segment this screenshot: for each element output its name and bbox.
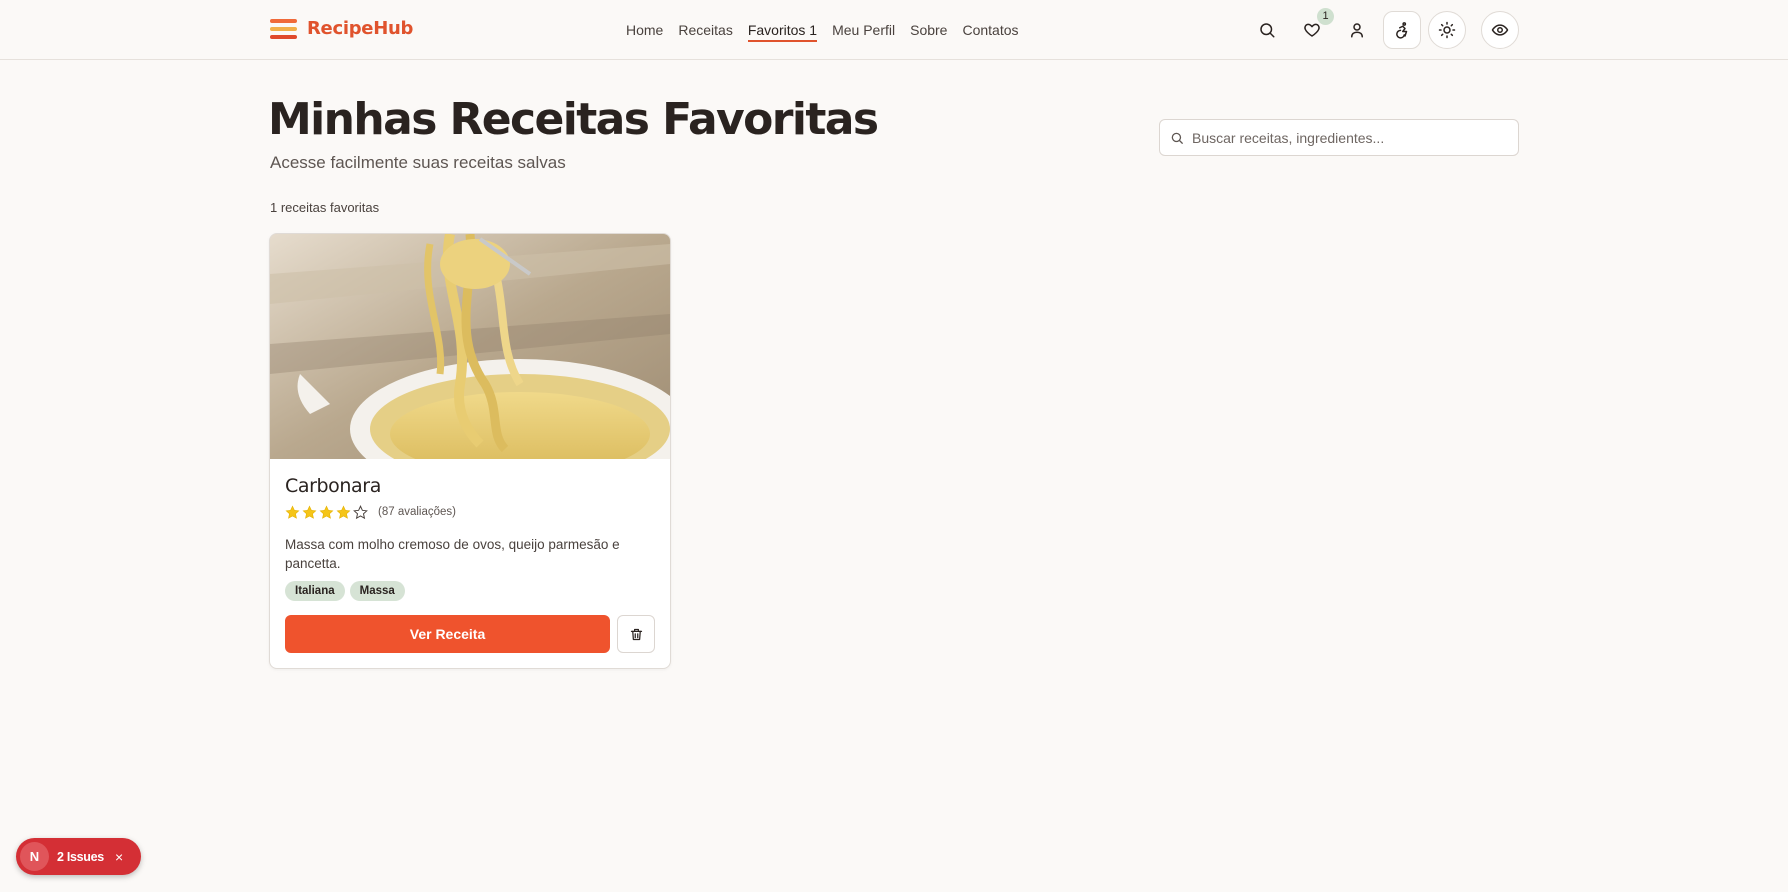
recipe-card-body: Carbonara (87 avaliações) Massa com molh… — [285, 475, 655, 601]
nav-favoritos[interactable]: Favoritos 1 — [747, 20, 822, 42]
close-icon[interactable]: × — [115, 849, 123, 865]
brand[interactable]: RecipeHub — [270, 18, 413, 39]
star-filled-icon — [302, 505, 317, 519]
nav-home[interactable]: Home — [626, 20, 663, 40]
search-icon — [1171, 132, 1183, 144]
search-input[interactable] — [1192, 129, 1492, 146]
rating: (87 avaliações) — [285, 504, 655, 520]
search-button[interactable] — [1248, 11, 1286, 49]
accessibility-icon — [1396, 22, 1408, 39]
search-box — [1159, 119, 1519, 156]
user-icon — [1351, 23, 1363, 38]
nav-sobre[interactable]: Sobre — [910, 20, 947, 40]
accessibility-button[interactable] — [1383, 11, 1421, 49]
tag[interactable]: Italiana — [285, 581, 345, 601]
nav-meu-perfil[interactable]: Meu Perfil — [832, 20, 895, 40]
dev-issues-badge[interactable]: N 2 Issues × — [16, 838, 141, 875]
page-subtitle: Acesse facilmente suas receitas salvas — [270, 153, 566, 172]
profile-button[interactable] — [1338, 11, 1376, 49]
nav-receitas[interactable]: Receitas — [678, 20, 732, 40]
top-navbar: RecipeHub Home Receitas Favoritos 1 Meu … — [0, 0, 1788, 60]
star-empty-icon — [353, 504, 368, 519]
brand-logo-icon — [270, 18, 297, 39]
recipe-actions: Ver Receita — [285, 615, 655, 653]
main-nav: Home Receitas Favoritos 1 Meu Perfil Sob… — [626, 20, 1019, 42]
page-title: Minhas Receitas Favoritas — [268, 94, 879, 145]
visibility-button[interactable] — [1481, 11, 1519, 49]
brand-name: RecipeHub — [307, 18, 414, 39]
star-filled-icon — [336, 505, 351, 519]
star-filled-icon — [319, 505, 334, 519]
sun-icon — [1438, 21, 1456, 39]
theme-toggle-button[interactable] — [1428, 11, 1466, 49]
recipe-card: Carbonara (87 avaliações) Massa com molh… — [269, 233, 671, 669]
issues-label: 2 Issues — [57, 849, 104, 864]
recipe-tags: Italiana Massa — [285, 581, 655, 601]
nextjs-logo-icon: N — [20, 842, 49, 871]
eye-icon — [1491, 24, 1509, 36]
heart-icon — [1304, 23, 1320, 37]
recipe-photo — [270, 234, 670, 459]
view-recipe-button[interactable]: Ver Receita — [285, 615, 610, 653]
search-icon — [1260, 23, 1275, 38]
tag[interactable]: Massa — [349, 581, 405, 601]
nav-contatos[interactable]: Contatos — [962, 20, 1018, 40]
recipe-image[interactable] — [270, 234, 670, 459]
nav-favoritos-label: Favoritos 1 — [747, 22, 818, 38]
recipe-description: Massa com molho cremoso de ovos, queijo … — [285, 537, 620, 571]
star-filled-icon — [285, 505, 300, 519]
recipe-title: Carbonara — [285, 475, 381, 497]
remove-favorite-button[interactable] — [617, 615, 655, 653]
favorites-count-text: 1 receitas favoritas — [270, 200, 380, 215]
reviews-count: (87 avaliações) — [378, 506, 456, 518]
favorites-count-badge: 1 — [1317, 8, 1334, 25]
trash-icon — [630, 628, 642, 640]
